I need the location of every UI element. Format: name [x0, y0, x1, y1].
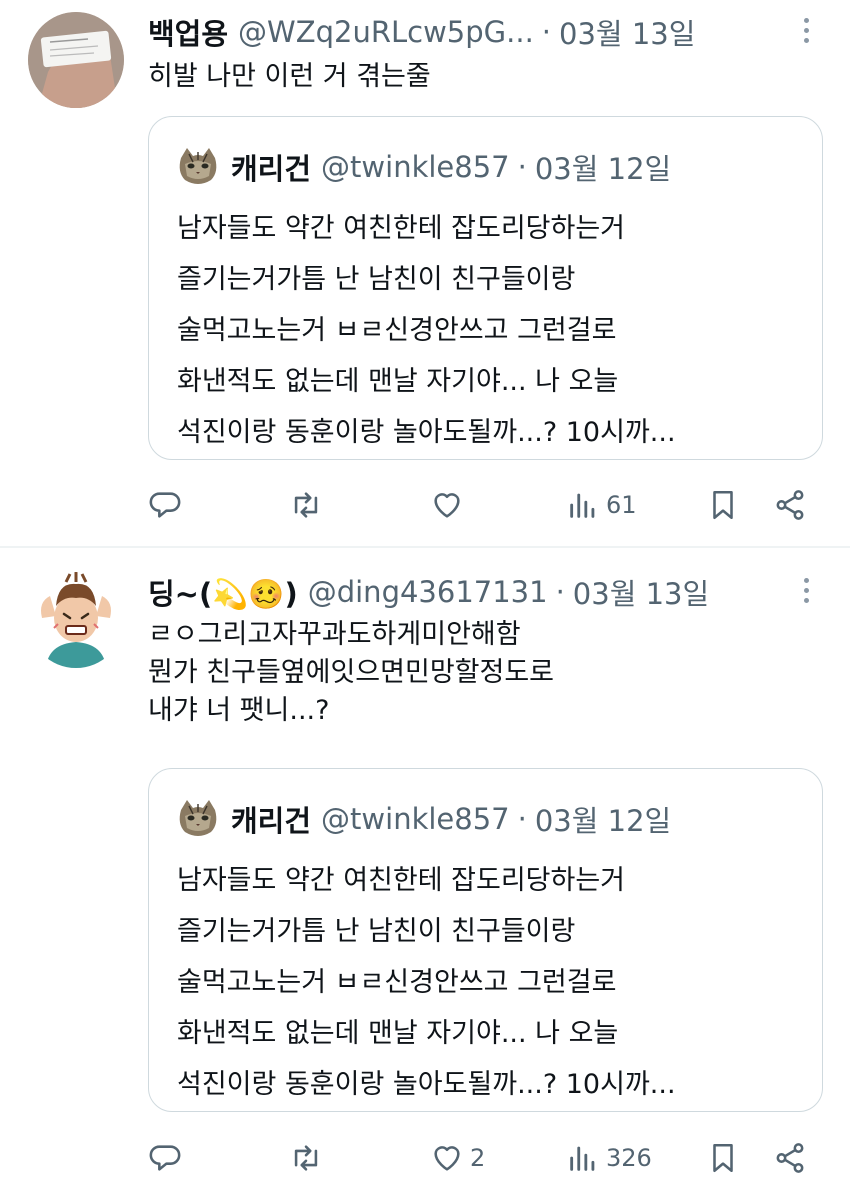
- quote-date: 03월 12일: [534, 152, 672, 186]
- tweet-text: ㄹㅇ그리고자꾸과도하게미안해함 뭔가 친구들옆에잇으면민망할정도로 내갸 너 팻…: [148, 616, 554, 730]
- quote-text-line: 화낸적도 없는데 맨날 자기야... 나 오늘: [177, 366, 619, 397]
- quote-author-name: 캐리건: [231, 152, 312, 186]
- retweet-icon: [294, 1145, 318, 1171]
- author-handle[interactable]: @WZq2uRLcw5pG...: [238, 15, 534, 49]
- reply-icon: [149, 492, 181, 518]
- bookmark-icon: [713, 490, 733, 520]
- heart-icon: [434, 493, 460, 518]
- tweet[interactable]: 백업용 @WZq2uRLcw5pG... · 03월 13일 히발 나만 이런 …: [0, 0, 850, 546]
- like-button[interactable]: 2: [430, 1136, 485, 1180]
- retweet-icon: [294, 492, 318, 518]
- tweet-text: 히발 나만 이런 거 겪는줄: [148, 58, 431, 96]
- tweet-text-line: 내갸 너 팻니...?: [148, 695, 330, 726]
- separator-dot: ·: [517, 802, 527, 836]
- tweet-date[interactable]: 03월 13일: [573, 571, 709, 613]
- view-count: 61: [606, 491, 637, 519]
- tweet-header: 딩~(💫🥴) @ding43617131 · 03월 13일: [148, 572, 709, 612]
- quoted-tweet[interactable]: 캐리건 @twinkle857 · 03월 12일 남자들도 약간 여친한테 잡…: [148, 768, 823, 1112]
- separator-dot: ·: [517, 150, 527, 184]
- tweet-text-line: 뭔가 친구들옆에잇으면민망할정도로: [148, 657, 555, 688]
- quote-text: 남자들도 약간 여친한테 잡도리당하는거 즐기는거가틈 난 남친이 친구들이랑 …: [177, 855, 676, 1110]
- tweet-header: 백업용 @WZq2uRLcw5pG... · 03월 13일: [148, 12, 695, 52]
- cat-avatar-icon: [177, 798, 219, 840]
- quote-text-line: 즐기는거가틈 난 남친이 친구들이랑: [177, 264, 576, 295]
- quote-date: 03월 12일: [534, 804, 672, 838]
- reply-button[interactable]: [148, 1136, 188, 1180]
- cat-avatar-icon: [177, 146, 219, 188]
- tweet-text-line: ㄹㅇ그리고자꾸과도하게미안해함: [148, 619, 521, 650]
- separator-dot: ·: [555, 575, 565, 609]
- quote-header: 캐리건 @twinkle857 · 03월 12일: [177, 147, 671, 187]
- author-handle[interactable]: @ding43617131: [308, 575, 548, 609]
- quote-text-line: 석진이랑 동훈이랑 놀아도될까...? 10시까...: [177, 1069, 676, 1100]
- share-button[interactable]: [773, 1136, 807, 1180]
- retweet-button[interactable]: [289, 1136, 329, 1180]
- heart-icon: [434, 1146, 460, 1171]
- tweet-text-line: 히발 나만 이런 거 겪는줄: [148, 61, 431, 92]
- like-button[interactable]: [430, 483, 470, 527]
- retweet-button[interactable]: [289, 483, 329, 527]
- quote-text-line: 남자들도 약간 여친한테 잡도리당하는거: [177, 865, 626, 896]
- tweet[interactable]: 딩~(💫🥴) @ding43617131 · 03월 13일 ㄹㅇ그리고자꾸과도…: [0, 548, 850, 1190]
- tweet-date[interactable]: 03월 13일: [559, 11, 695, 53]
- more-icon[interactable]: [802, 18, 810, 48]
- quoted-tweet[interactable]: 캐리건 @twinkle857 · 03월 12일 남자들도 약간 여친한테 잡…: [148, 116, 823, 460]
- views-icon: [570, 1146, 595, 1171]
- action-bar: 61: [0, 483, 850, 527]
- reply-icon: [149, 1145, 181, 1171]
- quote-text-line: 즐기는거가틈 난 남친이 친구들이랑: [177, 916, 576, 947]
- reply-button[interactable]: [148, 483, 188, 527]
- separator-dot: ·: [541, 15, 552, 49]
- quote-text-line: 술먹고노는거 ㅂㄹ신경안쓰고 그런걸로: [177, 315, 617, 346]
- share-icon: [776, 490, 804, 520]
- views-button[interactable]: 326: [566, 1136, 652, 1180]
- quote-text-line: 석진이랑 동훈이랑 놀아도될까...? 10시까...: [177, 417, 676, 448]
- quote-text-line: 화낸적도 없는데 맨날 자기야... 나 오늘: [177, 1018, 619, 1049]
- quote-author-handle: @twinkle857: [321, 802, 510, 836]
- quote-text-line: 남자들도 약간 여친한테 잡도리당하는거: [177, 213, 626, 244]
- quote-text-line: 술먹고노는거 ㅂㄹ신경안쓰고 그런걸로: [177, 967, 617, 998]
- view-count: 326: [606, 1144, 652, 1172]
- share-button[interactable]: [773, 483, 807, 527]
- quote-author-name: 캐리건: [231, 804, 312, 838]
- bookmark-icon: [713, 1143, 733, 1173]
- quote-author-handle: @twinkle857: [321, 150, 510, 184]
- views-button[interactable]: 61: [566, 483, 637, 527]
- more-icon[interactable]: [802, 578, 810, 608]
- bookmark-button[interactable]: [706, 483, 740, 527]
- author-name[interactable]: 딩~(💫🥴): [148, 571, 298, 613]
- action-bar: 2 326: [0, 1136, 850, 1180]
- share-icon: [776, 1143, 804, 1173]
- like-count: 2: [470, 1144, 486, 1172]
- views-icon: [570, 493, 595, 518]
- avatar[interactable]: [28, 12, 124, 108]
- quote-header: 캐리건 @twinkle857 · 03월 12일: [177, 799, 671, 839]
- avatar[interactable]: [28, 572, 124, 668]
- bookmark-button[interactable]: [706, 1136, 740, 1180]
- quote-text: 남자들도 약간 여친한테 잡도리당하는거 즐기는거가틈 난 남친이 친구들이랑 …: [177, 203, 676, 458]
- author-name[interactable]: 백업용: [148, 11, 228, 53]
